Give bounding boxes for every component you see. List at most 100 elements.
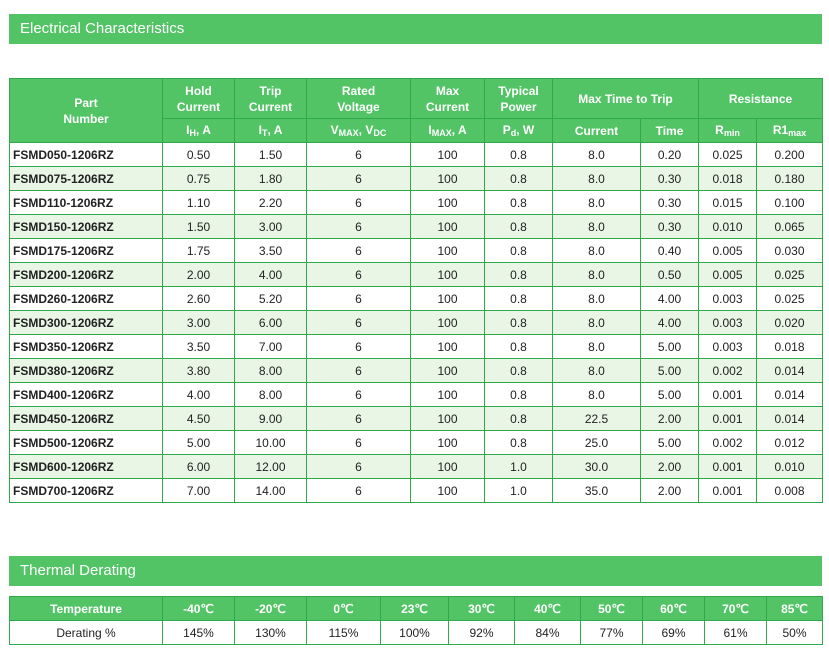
- table-cell: 100: [410, 142, 485, 167]
- table-cell: 6: [306, 214, 411, 239]
- table-cell: 1.75: [162, 238, 235, 263]
- table-cell: 0.8: [484, 142, 553, 167]
- table-cell: 8.0: [552, 382, 641, 407]
- table-cell: 6.00: [234, 310, 307, 335]
- table-cell: 100: [410, 430, 485, 455]
- electrical-table: Part Number Hold Current Trip Current Ra…: [9, 78, 823, 503]
- unit-symbol-part: , V: [358, 123, 374, 137]
- unit-symbol-part: , A: [451, 123, 467, 137]
- table-cell: 0.025: [756, 286, 823, 311]
- table-cell: 100: [410, 166, 485, 191]
- thermal-header-temp: 60℃: [642, 596, 705, 621]
- thermal-header-temp: 40℃: [514, 596, 581, 621]
- thermal-header-temp: 30℃: [448, 596, 515, 621]
- table-cell: 0.8: [484, 262, 553, 287]
- table-cell: 0.8: [484, 430, 553, 455]
- table-cell: 6: [306, 358, 411, 383]
- table-cell: 1.50: [162, 214, 235, 239]
- table-cell: 0.014: [756, 358, 823, 383]
- table-cell: 2.00: [640, 406, 699, 431]
- thermal-row-label: Derating %: [9, 620, 163, 645]
- table-cell: 10.00: [234, 430, 307, 455]
- table-cell: 0.030: [756, 238, 823, 263]
- table-row: FSMD175-1206RZ 1.75 3.50 6 100 0.8 8.0 0.40 0.00…: [9, 238, 823, 263]
- table-cell: 0.001: [698, 406, 757, 431]
- table-cell: 100: [410, 238, 485, 263]
- table-cell: 8.00: [234, 382, 307, 407]
- table-cell: 0.8: [484, 358, 553, 383]
- table-cell: 0.30: [640, 166, 699, 191]
- thermal-section-title: Thermal Derating: [9, 556, 822, 586]
- table-cell: 3.80: [162, 358, 235, 383]
- header-resistance: Resistance: [698, 78, 823, 119]
- thermal-derating-cell: 50%: [766, 620, 823, 645]
- unit-hold-current: IH, A: [162, 118, 235, 143]
- table-cell: 0.8: [484, 406, 553, 431]
- table-cell: 100: [410, 358, 485, 383]
- table-cell: 6: [306, 334, 411, 359]
- table-cell: 100: [410, 382, 485, 407]
- thermal-derating-cell: 77%: [580, 620, 643, 645]
- table-cell: 4.00: [162, 382, 235, 407]
- table-cell: 8.0: [552, 190, 641, 215]
- header-trip-current-sub: Current: [552, 118, 641, 143]
- table-cell: 4.00: [640, 286, 699, 311]
- table-cell: 8.0: [552, 214, 641, 239]
- thermal-header-temp: -40℃: [162, 596, 235, 621]
- thermal-header-temp: -20℃: [234, 596, 307, 621]
- unit-symbol-part: R1: [772, 123, 789, 137]
- table-cell: 100: [410, 214, 485, 239]
- table-cell: 0.010: [698, 214, 757, 239]
- table-cell: 6: [306, 478, 411, 503]
- part-number-cell: FSMD260-1206RZ: [9, 286, 163, 311]
- table-cell: 7.00: [162, 478, 235, 503]
- table-row: FSMD075-1206RZ 0.75 1.80 6 100 0.8 8.0 0.30 0.01…: [9, 166, 823, 191]
- table-cell: 0.014: [756, 382, 823, 407]
- unit-r1-max: R1max: [756, 118, 823, 143]
- part-number-cell: FSMD380-1206RZ: [9, 358, 163, 383]
- unit-rated-voltage: VMAX, VDC: [306, 118, 411, 143]
- table-cell: 100: [410, 334, 485, 359]
- table-cell: 0.8: [484, 190, 553, 215]
- unit-symbol-part: min: [723, 128, 740, 138]
- table-cell: 100: [410, 478, 485, 503]
- table-cell: 0.001: [698, 454, 757, 479]
- table-cell: 0.002: [698, 358, 757, 383]
- table-cell: 6: [306, 142, 411, 167]
- table-cell: 6: [306, 454, 411, 479]
- table-cell: 8.0: [552, 238, 641, 263]
- table-cell: 0.8: [484, 334, 553, 359]
- part-number-cell: FSMD450-1206RZ: [9, 406, 163, 431]
- table-cell: 6: [306, 166, 411, 191]
- unit-symbol-part: max: [788, 128, 807, 138]
- unit-max-current: IMAX, A: [410, 118, 485, 143]
- unit-symbol-part: DC: [373, 128, 387, 138]
- table-cell: 1.0: [484, 454, 553, 479]
- table-row: FSMD350-1206RZ 3.50 7.00 6 100 0.8 8.0 5.00 0.00…: [9, 334, 823, 359]
- table-cell: 22.5: [552, 406, 641, 431]
- table-cell: 12.00: [234, 454, 307, 479]
- table-cell: 2.00: [162, 262, 235, 287]
- table-row: FSMD110-1206RZ 1.10 2.20 6 100 0.8 8.0 0.30 0.01…: [9, 190, 823, 215]
- table-cell: 6: [306, 310, 411, 335]
- table-cell: 0.001: [698, 382, 757, 407]
- thermal-derating-cell: 130%: [234, 620, 307, 645]
- thermal-header-temp: 23℃: [380, 596, 449, 621]
- table-cell: 9.00: [234, 406, 307, 431]
- part-number-cell: FSMD150-1206RZ: [9, 214, 163, 239]
- table-cell: 4.50: [162, 406, 235, 431]
- table-cell: 5.00: [162, 430, 235, 455]
- table-cell: 7.00: [234, 334, 307, 359]
- table-cell: 2.00: [640, 478, 699, 503]
- table-cell: 0.30: [640, 190, 699, 215]
- table-cell: 1.50: [234, 142, 307, 167]
- table-cell: 0.50: [162, 142, 235, 167]
- part-number-cell: FSMD050-1206RZ: [9, 142, 163, 167]
- table-cell: 100: [410, 190, 485, 215]
- table-cell: 6: [306, 430, 411, 455]
- unit-r-min: Rmin: [698, 118, 757, 143]
- table-cell: 1.10: [162, 190, 235, 215]
- table-cell: 4.00: [234, 262, 307, 287]
- header-trip-time-sub: Time: [640, 118, 699, 143]
- table-cell: 6.00: [162, 454, 235, 479]
